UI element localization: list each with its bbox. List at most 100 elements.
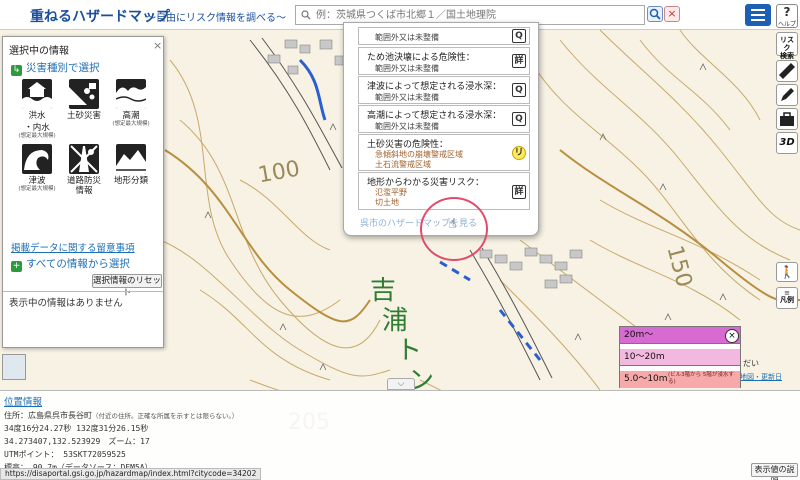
hazard-sublabel: (想定最大規模): [18, 186, 56, 192]
legend-panel: 20m～ 10～20m 5.0～10m (ビル3階から 5階が浸水する): [619, 326, 741, 388]
hazard-landform-button[interactable]: 地形分類: [110, 144, 152, 186]
hazard-label: ・内水: [24, 123, 50, 133]
info-icon[interactable]: Q: [512, 83, 526, 97]
legend-label: 20m～: [624, 330, 654, 340]
legend-sublabel: (ビル3階から 5階が浸水する): [668, 372, 734, 385]
address-line: 住所：広島県呉市長谷町（付近の住所。正確な所属を示すとは限らない。）: [4, 410, 238, 421]
hazard-label: 高潮: [122, 111, 140, 121]
detail-icon[interactable]: 詳: [512, 185, 526, 199]
tool-label: 検索: [780, 52, 794, 60]
hazard-label: 土砂災害: [66, 111, 101, 121]
detail-icon[interactable]: 詳: [512, 54, 526, 68]
help-icon: ?: [783, 5, 791, 19]
tsunami-icon: [22, 144, 52, 174]
hazard-label: 洪水: [28, 111, 46, 121]
hazard-road-button[interactable]: 道路防災情報: [63, 144, 105, 196]
risk-search-button[interactable]: リスク 検索: [776, 32, 798, 60]
popup-row: 土砂災害の危険性： 急傾斜地の崩壊警戒区域 土石流警戒区域 リ: [358, 134, 530, 171]
popup-title: ため池決壊による危険性：: [367, 53, 475, 63]
location-info-panel: 位置情報 住所：広島県呉市長谷町（付近の住所。正確な所属を示すとは限らない。） …: [0, 390, 800, 480]
pencil-icon: [781, 88, 794, 101]
select-by-type-label: 災害種別で選択: [26, 62, 100, 74]
hazard-storm-surge-button[interactable]: 高潮 (想定最大規模): [110, 79, 152, 128]
panel-close-button[interactable]: ×: [153, 39, 162, 52]
dms-coordinates: 34度16分24.27秒 132度31分26.15秒: [4, 424, 149, 433]
road-disaster-icon: [69, 144, 99, 174]
toolbox-button[interactable]: [776, 108, 798, 130]
hazard-tsunami-button[interactable]: 津波 (想定最大規模): [16, 144, 58, 193]
status-bar-url: https://disaportal.gsi.go.jp/hazardmap/i…: [0, 468, 262, 480]
legend-label: 10～20m: [624, 352, 665, 362]
map-attribution-fragment: だい: [743, 359, 759, 368]
landform-icon: [116, 144, 146, 174]
3d-button[interactable]: 3D: [776, 132, 798, 154]
hazard-landslide-button[interactable]: 土砂災害: [63, 79, 105, 121]
popup-value: 土石流警戒区域: [375, 160, 431, 169]
select-by-type-heading[interactable]: ↳ 災害種別で選択: [11, 60, 100, 76]
popup-title: 津波によって想定される浸水深：: [367, 82, 502, 92]
panel-title: 選択中の情報: [9, 46, 69, 57]
address-value: 住所：広島県呉市長谷町: [4, 411, 92, 420]
popup-row: 範囲外又は未整備 Q: [358, 27, 530, 45]
landslide-detail-icon[interactable]: リ: [512, 146, 526, 160]
hazard-sublabel: (想定最大規模): [18, 133, 56, 139]
legend-row: 5.0～10m (ビル3階から 5階が浸水する): [620, 371, 740, 388]
info-icon[interactable]: Q: [512, 29, 526, 43]
selection-panel: 選択中の情報 × ↳ 災害種別で選択 洪水 ・内水 (想定最大規模) 土砂災害 高…: [2, 36, 164, 348]
empty-message: 表示中の情報はありません: [9, 298, 123, 309]
landslide-icon: [69, 79, 99, 109]
app-subtitle: ～自由にリスク情報を調べる～: [146, 13, 286, 24]
clear-search-button[interactable]: ×: [664, 6, 680, 22]
tool-label: リスク: [780, 36, 794, 52]
toolbox-icon: [780, 112, 794, 126]
hazard-label: 津波: [28, 176, 46, 186]
hazard-label: 地形分類: [113, 176, 148, 186]
storm-surge-icon: [116, 79, 146, 109]
search-button[interactable]: [647, 6, 663, 22]
popup-value: 範囲外又は未整備: [375, 93, 439, 102]
3d-icon: 3D: [779, 137, 795, 148]
walker-icon: 🚶: [779, 265, 795, 279]
decimal-coordinates: 34.273407,132.523929 ズーム：17: [4, 437, 150, 446]
divider: [3, 291, 163, 292]
help-label: ヘルプ: [777, 21, 796, 28]
legend-row: 10～20m: [620, 349, 740, 366]
flood-icon: [22, 79, 52, 109]
hazard-sublabel: (想定最大規模): [112, 121, 150, 127]
legend-row: 20m～: [620, 327, 740, 344]
reset-selection-button[interactable]: 選択情報のリセット: [92, 274, 162, 298]
collapse-handle[interactable]: ⌵: [387, 378, 415, 390]
legend-button[interactable]: ≡ 凡例: [776, 287, 798, 309]
hamburger-icon: [751, 19, 765, 21]
plus-icon: +: [11, 261, 22, 272]
search-icon: [649, 8, 661, 20]
help-button[interactable]: ? ヘルプ: [776, 4, 798, 28]
hamburger-icon: [751, 14, 765, 16]
hazard-flood-button[interactable]: 洪水 ・内水 (想定最大規模): [16, 79, 58, 140]
address-note: （付近の住所。正確な所属を示すとは限らない。）: [92, 412, 239, 420]
tool-label: 凡例: [780, 296, 794, 304]
menu-button[interactable]: [745, 4, 771, 26]
select-all-label: すべての情報から選択: [26, 258, 130, 270]
map-update-link[interactable]: 地図・更新日: [740, 372, 782, 382]
select-all-heading[interactable]: + すべての情報から選択: [11, 256, 130, 272]
hamburger-icon: [751, 9, 765, 11]
draw-button[interactable]: [776, 84, 798, 106]
popup-row: 津波によって想定される浸水深： 範囲外又は未整備 Q: [358, 76, 530, 104]
legend-label: 5.0～10m: [624, 374, 668, 384]
data-notes-link[interactable]: 掲載データに関する留意事項: [11, 240, 135, 254]
layer-thumbnail[interactable]: [2, 354, 26, 380]
location-info-title[interactable]: 位置情報: [4, 394, 42, 408]
ruler-icon: [779, 63, 795, 79]
info-icon[interactable]: Q: [512, 112, 526, 126]
walker-button[interactable]: 🚶: [776, 262, 798, 282]
ruler-button[interactable]: [776, 60, 798, 82]
legend-close-button[interactable]: ×: [725, 329, 739, 343]
popup-value: 範囲外又は未整備: [375, 33, 439, 42]
popup-value: 範囲外又は未整備: [375, 122, 439, 131]
elevation-explanation-button[interactable]: 表示値の説明: [751, 463, 798, 480]
hand-cursor-icon: ☝: [448, 216, 457, 232]
popup-title: 高潮によって想定される浸水深：: [367, 111, 502, 121]
popup-row: ため池決壊による危険性： 範囲外又は未整備 詳: [358, 47, 530, 75]
hazard-label: 道路防災情報: [66, 176, 101, 196]
